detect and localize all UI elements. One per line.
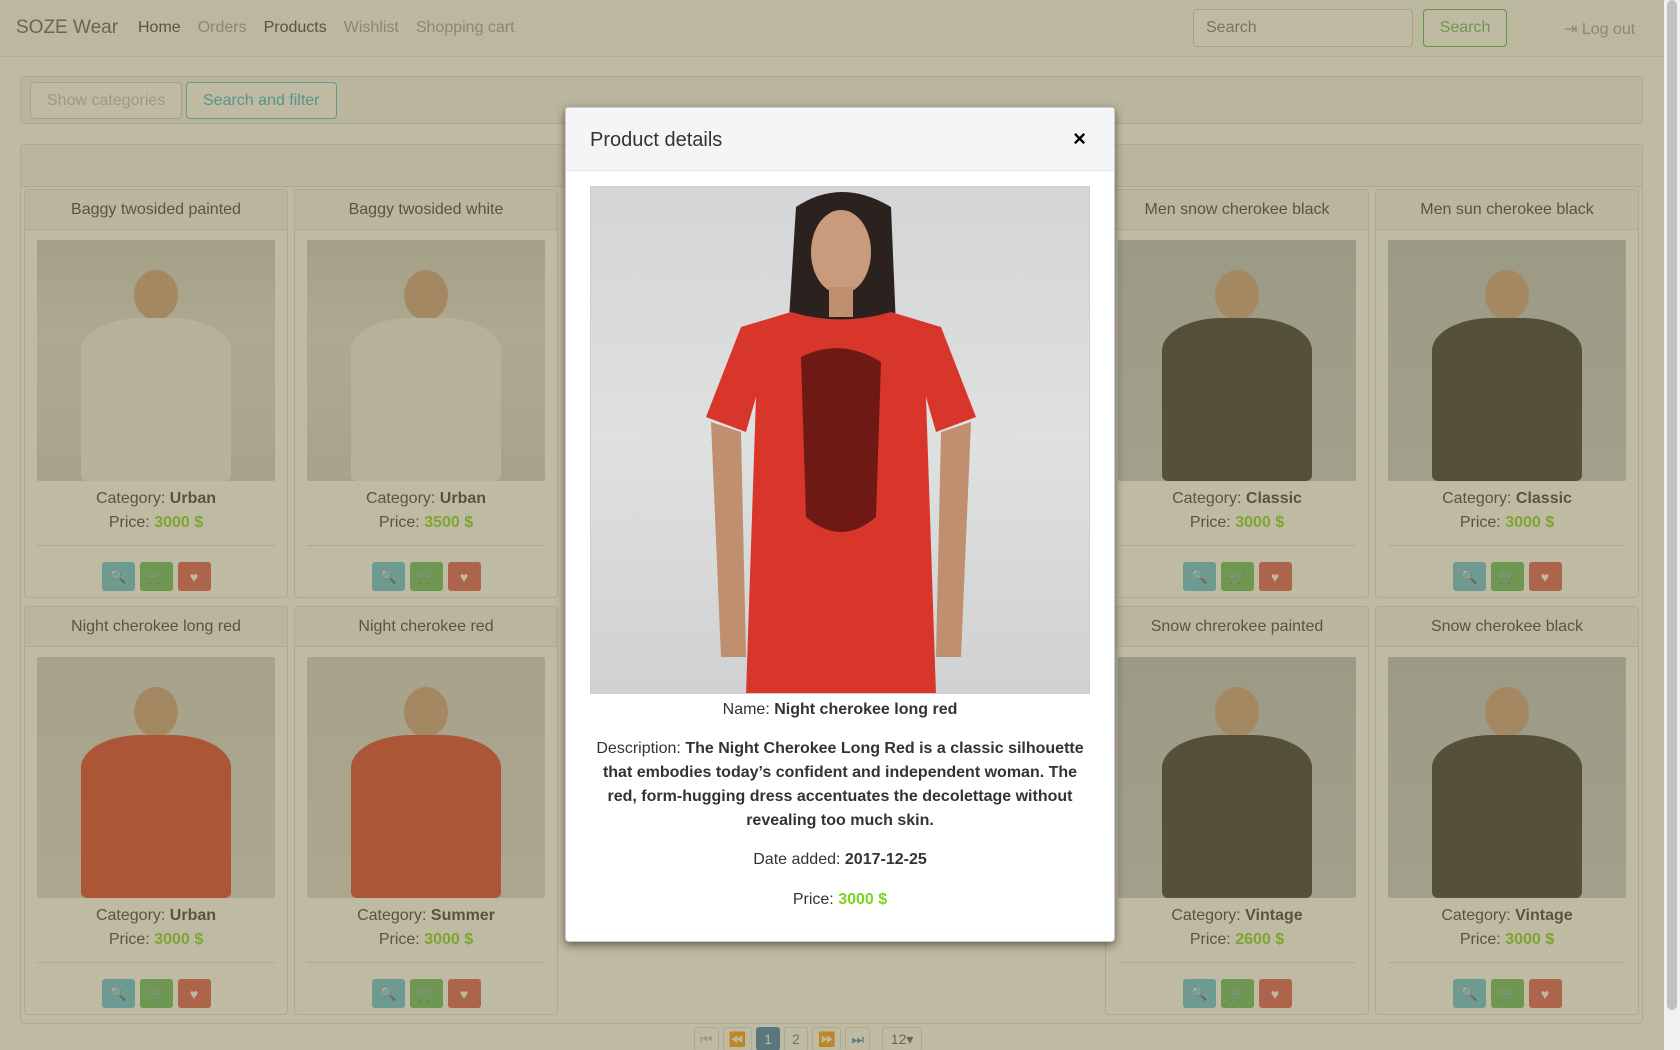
- date-label: Date added:: [753, 851, 841, 868]
- modal-name-row: Name: Night cherokee long red: [590, 698, 1090, 722]
- name-label: Name:: [722, 701, 770, 718]
- product-image: [590, 186, 1090, 694]
- date-added-value: 2017-12-25: [844, 851, 927, 868]
- price-label: Price:: [792, 891, 834, 908]
- modal-title: Product details: [590, 129, 723, 151]
- modal-header: Product details ×: [566, 108, 1114, 171]
- close-icon[interactable]: ×: [1073, 126, 1086, 152]
- description-label: Description:: [596, 740, 681, 757]
- scrollbar-thumb[interactable]: [1667, 0, 1677, 1010]
- product-details-modal: Product details × Name: Night cherokee l…: [565, 107, 1115, 942]
- modal-price-row: Price: 3000 $: [590, 888, 1090, 912]
- product-name-value: Night cherokee long red: [774, 701, 958, 718]
- page-scrollbar[interactable]: [1664, 0, 1680, 1050]
- product-photo-illustration: [706, 192, 976, 693]
- modal-description-row: Description: The Night Cherokee Long Red…: [590, 737, 1090, 833]
- modal-date-row: Date added: 2017-12-25: [590, 848, 1090, 872]
- product-price-value: 3000 $: [838, 891, 888, 908]
